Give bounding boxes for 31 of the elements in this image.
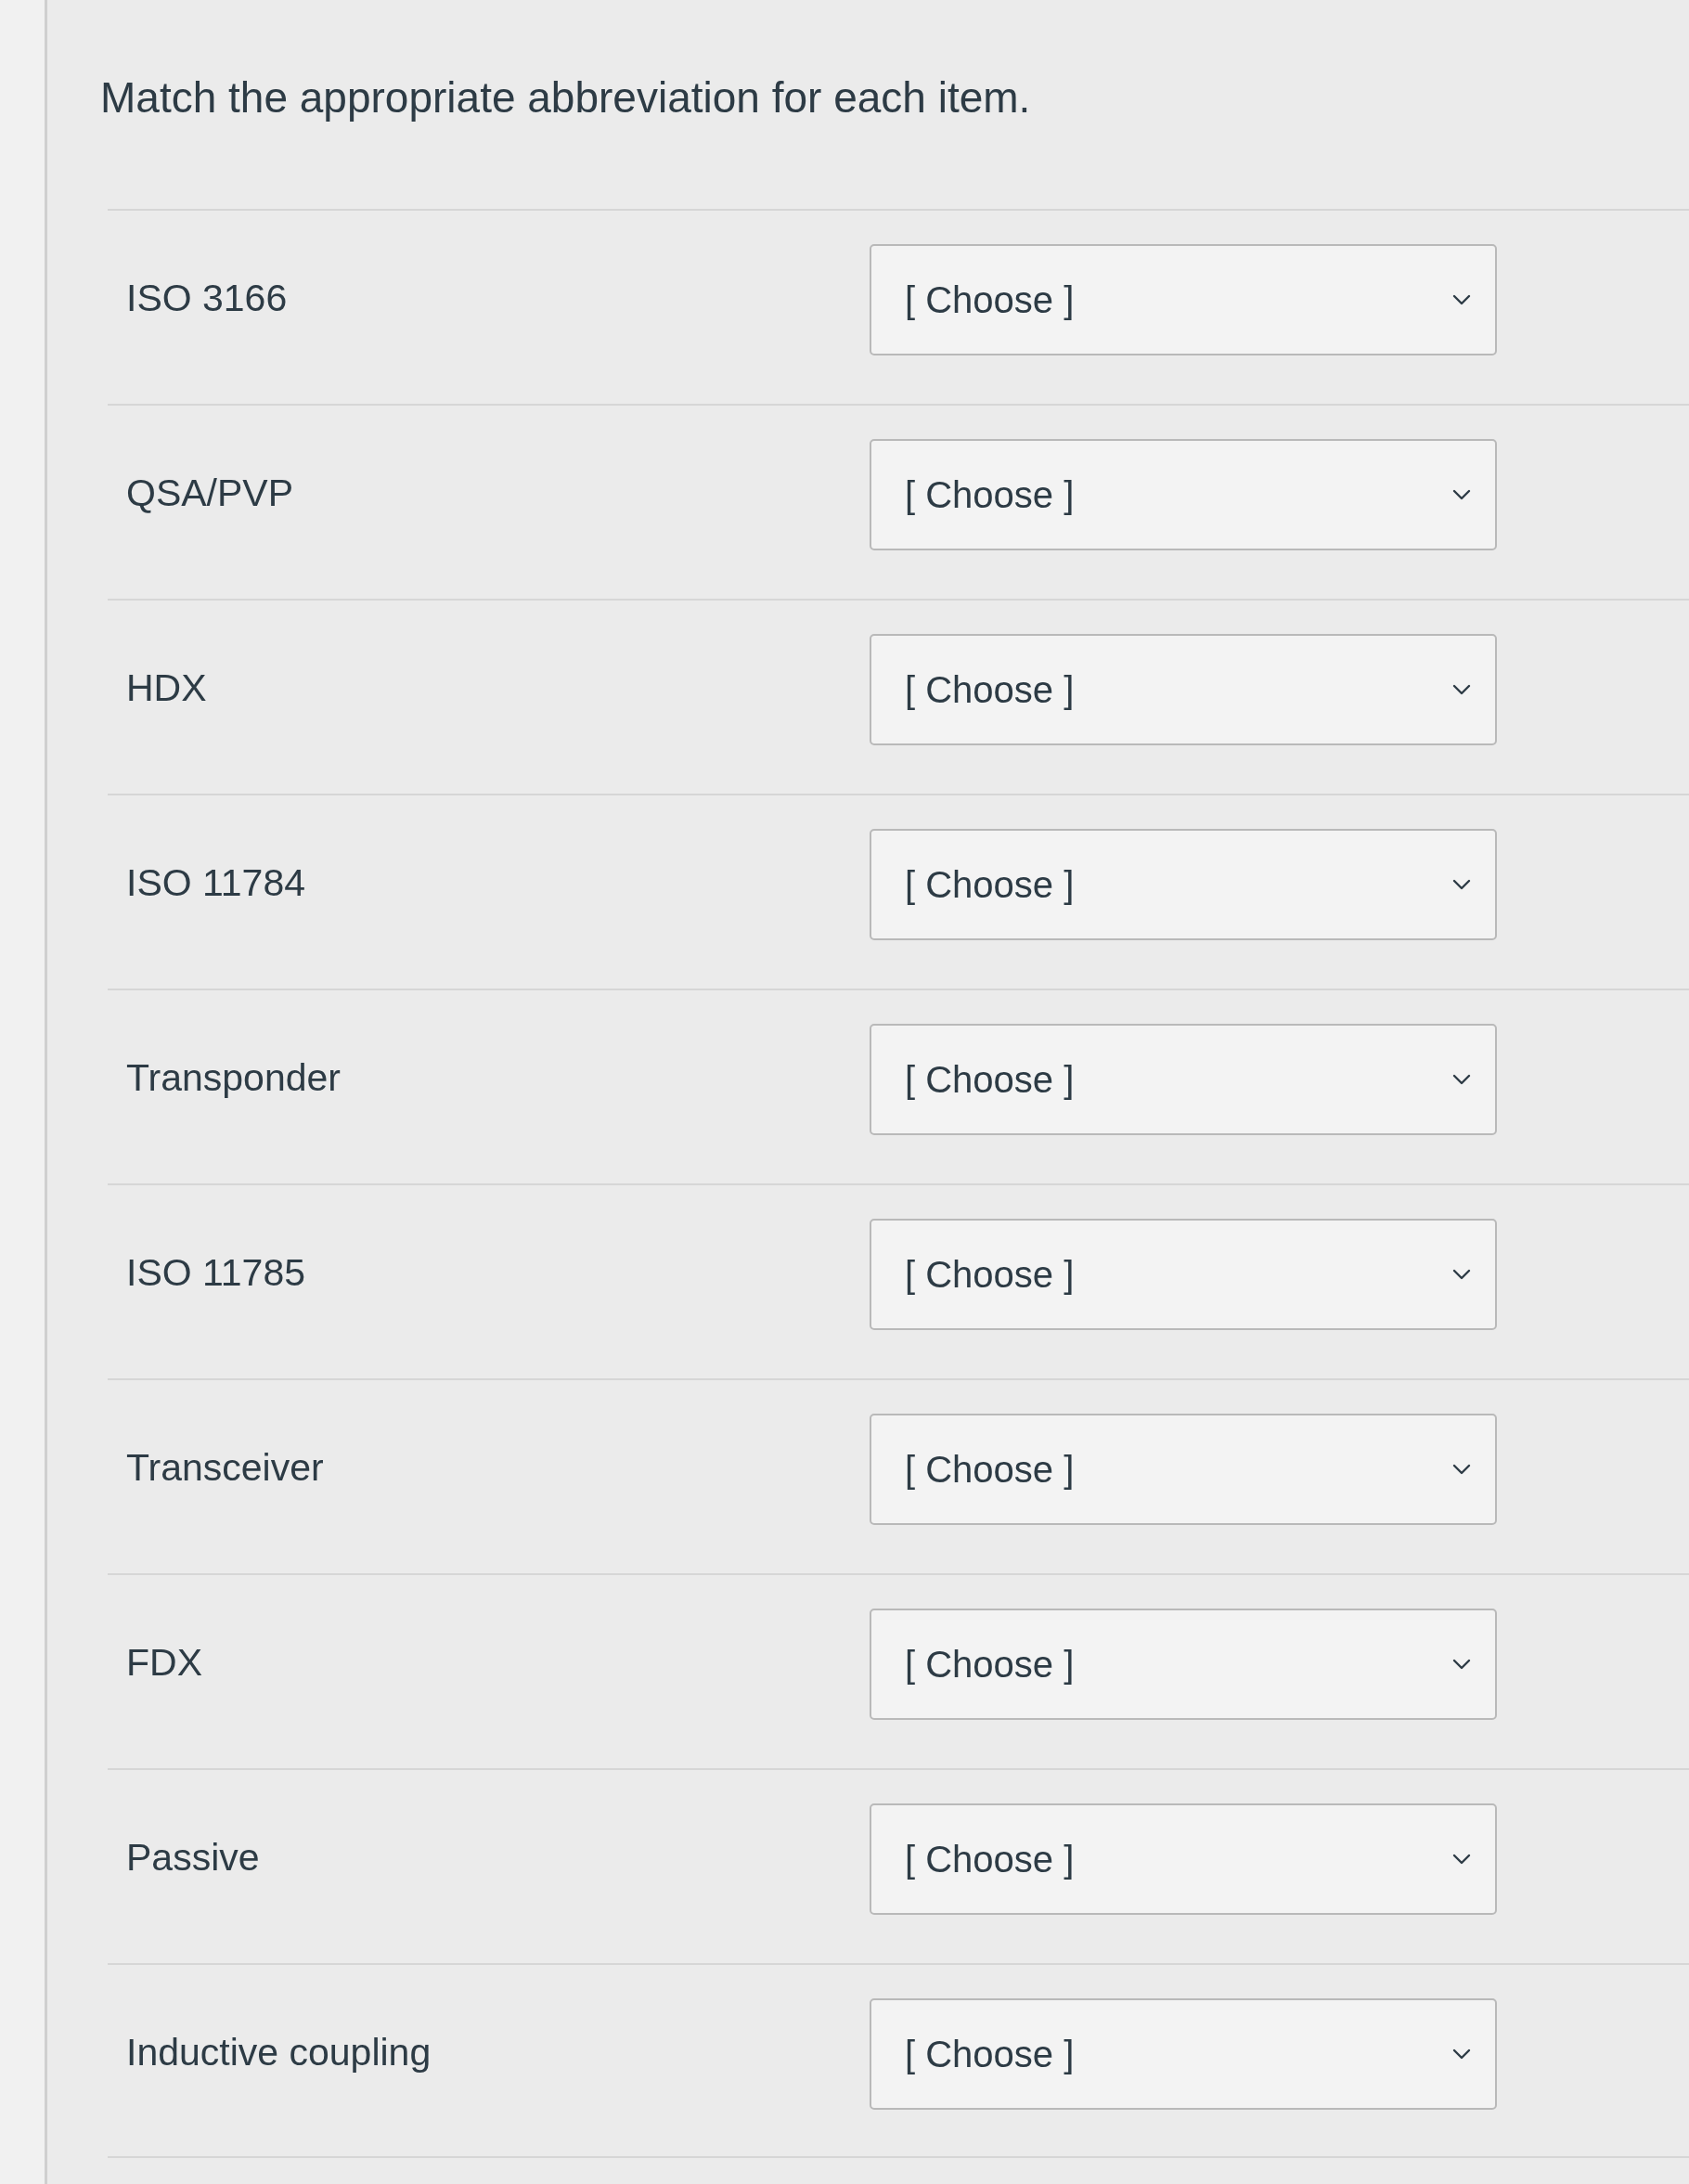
- answer-dropdown[interactable]: [ Choose ]: [870, 439, 1497, 550]
- chevron-down-icon: [1452, 1269, 1471, 1280]
- item-label: Transceiver: [126, 1445, 324, 1491]
- answer-dropdown[interactable]: [ Choose ]: [870, 1998, 1497, 2110]
- item-label: ISO 11784: [126, 860, 305, 906]
- chevron-down-icon: [1452, 1464, 1471, 1475]
- answer-dropdown[interactable]: [ Choose ]: [870, 634, 1497, 745]
- chevron-down-icon: [1452, 2048, 1471, 2060]
- answer-dropdown[interactable]: [ Choose ]: [870, 244, 1497, 355]
- answer-dropdown[interactable]: [ Choose ]: [870, 1219, 1497, 1330]
- item-label: HDX: [126, 666, 207, 711]
- item-label: ISO 3166: [126, 276, 288, 321]
- answer-dropdown[interactable]: [ Choose ]: [870, 1414, 1497, 1525]
- item-label: Inductive coupling: [126, 2030, 432, 2075]
- item-label: FDX: [126, 1640, 202, 1686]
- item-label: ISO 11785: [126, 1250, 305, 1296]
- chevron-down-icon: [1452, 1659, 1471, 1670]
- chevron-down-icon: [1452, 1074, 1471, 1085]
- item-label: QSA/PVP: [126, 471, 293, 516]
- answer-dropdown[interactable]: [ Choose ]: [870, 1609, 1497, 1720]
- chevron-down-icon: [1452, 489, 1471, 500]
- answer-dropdown[interactable]: [ Choose ]: [870, 1024, 1497, 1135]
- chevron-down-icon: [1452, 1854, 1471, 1865]
- item-label: Transponder: [126, 1055, 341, 1101]
- chevron-down-icon: [1452, 879, 1471, 890]
- answer-dropdown[interactable]: [ Choose ]: [870, 829, 1497, 940]
- answer-dropdown[interactable]: [ Choose ]: [870, 1803, 1497, 1915]
- question-text: Match the appropriate abbreviation for each item.: [100, 72, 1031, 123]
- item-label: Passive: [126, 1835, 260, 1880]
- chevron-down-icon: [1452, 684, 1471, 695]
- chevron-down-icon: [1452, 294, 1471, 305]
